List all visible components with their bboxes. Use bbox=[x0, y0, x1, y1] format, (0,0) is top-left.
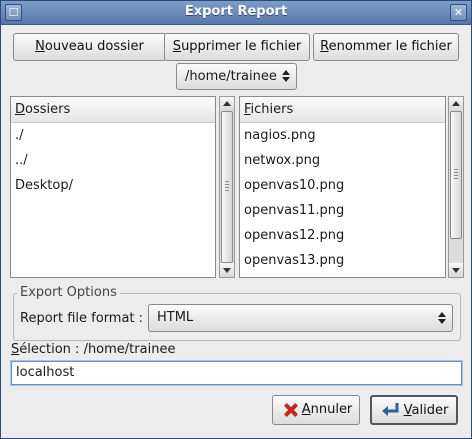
ok-mnemonic: V bbox=[403, 403, 412, 418]
enter-arrow-icon bbox=[382, 403, 399, 416]
close-icon[interactable]: ✕ bbox=[450, 4, 467, 21]
files-header[interactable]: Fichiers bbox=[240, 97, 445, 123]
title-bar[interactable]: ☐ Export Report ✕ bbox=[1, 1, 471, 25]
file-item[interactable]: openvas12.png bbox=[240, 223, 445, 248]
combo-arrows-icon bbox=[438, 311, 446, 325]
files-scrollbar[interactable] bbox=[448, 96, 464, 278]
report-format-label: Report file format : bbox=[20, 311, 144, 326]
window-title: Export Report bbox=[184, 4, 288, 19]
scroll-up-icon[interactable] bbox=[220, 97, 234, 111]
ok-button[interactable]: Valider bbox=[370, 395, 458, 425]
new-folder-button[interactable]: Nouveau dossier bbox=[13, 33, 166, 61]
folder-item[interactable]: ../ bbox=[11, 148, 215, 173]
folders-scrollbar[interactable] bbox=[219, 96, 235, 278]
report-format-value: HTML bbox=[157, 310, 194, 325]
file-item[interactable]: nagios.png bbox=[240, 123, 445, 148]
folder-item[interactable]: Desktop/ bbox=[11, 173, 215, 198]
scroll-down-icon[interactable] bbox=[220, 263, 234, 277]
file-item[interactable]: netwox.png bbox=[240, 148, 445, 173]
scroll-down-icon[interactable] bbox=[449, 263, 463, 277]
new-folder-mnemonic: N bbox=[35, 39, 45, 54]
folders-header-label: ossiers bbox=[25, 102, 71, 117]
selection-input[interactable]: localhost bbox=[11, 361, 462, 385]
file-item[interactable]: openvas13.png bbox=[240, 248, 445, 273]
folders-list[interactable]: Dossiers ./ ../ Desktop/ bbox=[10, 96, 216, 278]
files-list[interactable]: Fichiers nagios.png netwox.png openvas10… bbox=[239, 96, 446, 278]
ok-label: alider bbox=[411, 403, 449, 418]
scrollbar-thumb[interactable] bbox=[450, 111, 462, 239]
rename-file-mnemonic: R bbox=[320, 39, 329, 54]
delete-file-mnemonic: S bbox=[172, 39, 182, 54]
report-format-select[interactable]: HTML bbox=[148, 304, 453, 332]
cancel-label: nnuler bbox=[310, 402, 353, 417]
export-options-label: Export Options bbox=[17, 285, 120, 300]
files-header-label: ichiers bbox=[250, 102, 294, 117]
delete-file-button[interactable]: Supprimer le fichier bbox=[164, 33, 310, 61]
folder-item[interactable]: ./ bbox=[11, 123, 215, 148]
file-item[interactable]: openvas10.png bbox=[240, 173, 445, 198]
export-report-dialog: ☐ Export Report ✕ Nouveau dossier Suppri… bbox=[0, 0, 472, 439]
scrollbar-thumb[interactable] bbox=[221, 111, 233, 263]
file-item[interactable]: openvas11.png bbox=[240, 198, 445, 223]
rename-file-button[interactable]: Renommer le fichier bbox=[313, 33, 459, 61]
folders-header-mnemonic: D bbox=[15, 102, 26, 117]
folders-header[interactable]: Dossiers bbox=[11, 97, 215, 123]
path-combo-value: /home/trainee bbox=[185, 69, 277, 84]
cancel-button[interactable]: Annuler bbox=[272, 395, 360, 425]
path-combo[interactable]: /home/trainee bbox=[176, 63, 297, 90]
selection-path: élection : /home/trainee bbox=[19, 342, 176, 357]
scroll-up-icon[interactable] bbox=[449, 97, 463, 111]
combo-arrows-icon bbox=[282, 69, 290, 83]
cancel-icon bbox=[283, 402, 299, 418]
new-folder-label: ouveau dossier bbox=[44, 39, 144, 54]
rename-file-label: enommer le fichier bbox=[328, 39, 452, 54]
cancel-mnemonic: A bbox=[301, 402, 311, 417]
selection-label: Sélection : /home/trainee bbox=[11, 342, 175, 357]
delete-file-label: upprimer le fichier bbox=[181, 39, 302, 54]
